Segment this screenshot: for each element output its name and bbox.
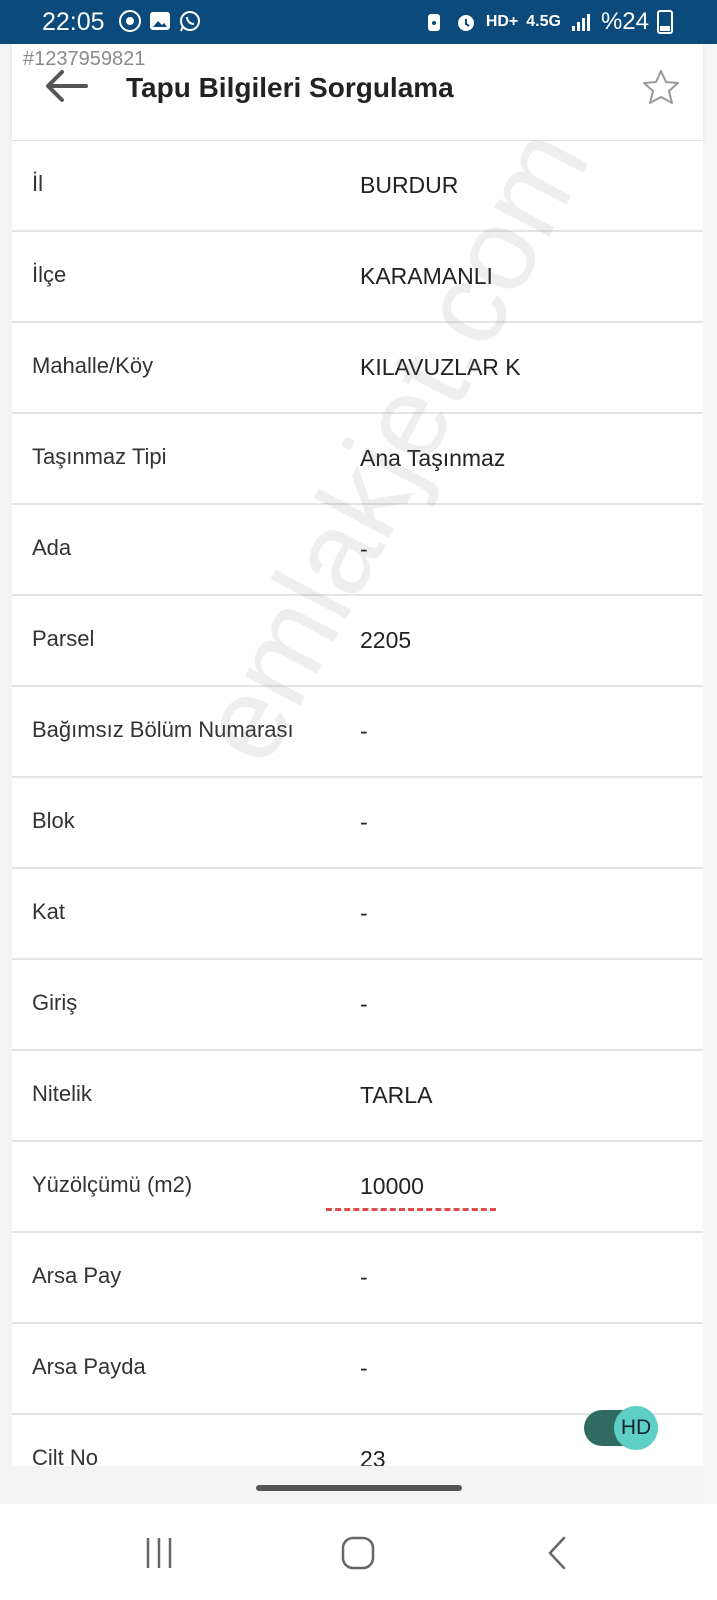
row-ada: Ada - bbox=[12, 505, 703, 596]
status-time: 22:05 bbox=[42, 8, 105, 36]
row-value: - bbox=[360, 991, 368, 1017]
row-arsa-pay: Arsa Pay - bbox=[12, 1233, 703, 1324]
network-label: HD+ bbox=[485, 13, 519, 30]
row-tasinmaz-tipi: Taşınmaz Tipi Ana Taşınmaz bbox=[12, 414, 703, 505]
home-icon[interactable] bbox=[333, 1530, 383, 1576]
status-bar: 22:05 HD+ 4.5G %24 bbox=[0, 0, 717, 44]
row-label: İl bbox=[32, 171, 43, 196]
red-dashed-underline bbox=[326, 1208, 496, 1211]
row-yuzolcumu: Yüzölçümü (m2) 10000 bbox=[12, 1142, 703, 1233]
notification-icons bbox=[118, 9, 202, 33]
right-gutter bbox=[703, 44, 717, 1504]
row-arsa-payda: Arsa Payda - bbox=[12, 1324, 703, 1415]
row-value: - bbox=[360, 900, 368, 926]
row-value: KILAVUZLAR K bbox=[360, 354, 521, 380]
row-il: İl BURDUR bbox=[12, 141, 703, 232]
whatsapp-icon bbox=[180, 11, 200, 32]
row-label: Mahalle/Köy bbox=[32, 353, 154, 378]
row-value: - bbox=[360, 809, 368, 835]
alarm-icon bbox=[457, 15, 474, 31]
row-label: Arsa Pay bbox=[32, 1263, 122, 1288]
row-value: 2205 bbox=[360, 627, 412, 653]
row-label: Yüzölçümü (m2) bbox=[32, 1172, 193, 1197]
row-value: - bbox=[360, 1264, 368, 1290]
row-giris: Giriş - bbox=[12, 960, 703, 1051]
row-label: Taşınmaz Tipi bbox=[32, 444, 167, 469]
row-kat: Kat - bbox=[12, 869, 703, 960]
row-label: Bağımsız Bölüm Numarası bbox=[32, 717, 294, 742]
row-mahalle-koy: Mahalle/Köy KILAVUZLAR K bbox=[12, 323, 703, 414]
row-value: - bbox=[360, 718, 368, 744]
property-info-list: İl BURDUR İlçe KARAMANLI Mahalle/Köy KIL… bbox=[12, 141, 703, 1466]
row-label: Blok bbox=[32, 808, 75, 833]
row-bagimsiz-bolum-numarasi: Bağımsız Bölüm Numarası - bbox=[12, 687, 703, 778]
row-ilce: İlçe KARAMANLI bbox=[12, 232, 703, 323]
row-label: Kat bbox=[32, 899, 66, 924]
row-label: Giriş bbox=[32, 990, 78, 1015]
lock-icon bbox=[427, 14, 440, 31]
back-icon[interactable] bbox=[534, 1530, 584, 1576]
row-value: TARLA bbox=[360, 1082, 433, 1108]
battery-icon bbox=[657, 10, 673, 34]
gallery-icon bbox=[150, 12, 170, 30]
page-title: Tapu Bilgileri Sorgulama bbox=[126, 72, 454, 103]
app-notification-icon bbox=[119, 10, 141, 32]
signal-type: 4.5G bbox=[526, 13, 561, 30]
row-label: İlçe bbox=[32, 262, 67, 287]
signal-icon bbox=[571, 14, 590, 31]
row-value: BURDUR bbox=[360, 172, 459, 198]
row-label: Cilt No bbox=[32, 1445, 99, 1466]
hd-toggle[interactable]: HD bbox=[584, 1406, 658, 1450]
row-nitelik: Nitelik TARLA bbox=[12, 1051, 703, 1142]
hd-toggle-knob: HD bbox=[614, 1406, 658, 1450]
row-value: KARAMANLI bbox=[360, 263, 493, 289]
back-arrow-icon[interactable] bbox=[42, 66, 90, 106]
battery-percent: %24 bbox=[600, 8, 649, 35]
row-value: 23 bbox=[360, 1446, 386, 1466]
navigation-bar bbox=[0, 1504, 717, 1600]
app-bar: #1237959821 Tapu Bilgileri Sorgulama bbox=[12, 44, 703, 141]
row-value: 10000 bbox=[360, 1173, 424, 1199]
star-icon[interactable] bbox=[641, 68, 681, 108]
status-right: HD+ 4.5G %24 bbox=[422, 8, 673, 36]
left-gutter bbox=[0, 44, 12, 1504]
row-blok: Blok - bbox=[12, 778, 703, 869]
row-value: - bbox=[360, 536, 368, 562]
row-parsel: Parsel 2205 bbox=[12, 596, 703, 687]
row-label: Ada bbox=[32, 535, 72, 560]
recent-apps-icon[interactable] bbox=[134, 1530, 184, 1576]
row-value: - bbox=[360, 1355, 368, 1381]
row-label: Arsa Payda bbox=[32, 1354, 146, 1379]
row-value: Ana Taşınmaz bbox=[360, 445, 506, 471]
row-label: Nitelik bbox=[32, 1081, 92, 1106]
row-label: Parsel bbox=[32, 626, 95, 651]
home-indicator[interactable] bbox=[256, 1485, 462, 1491]
